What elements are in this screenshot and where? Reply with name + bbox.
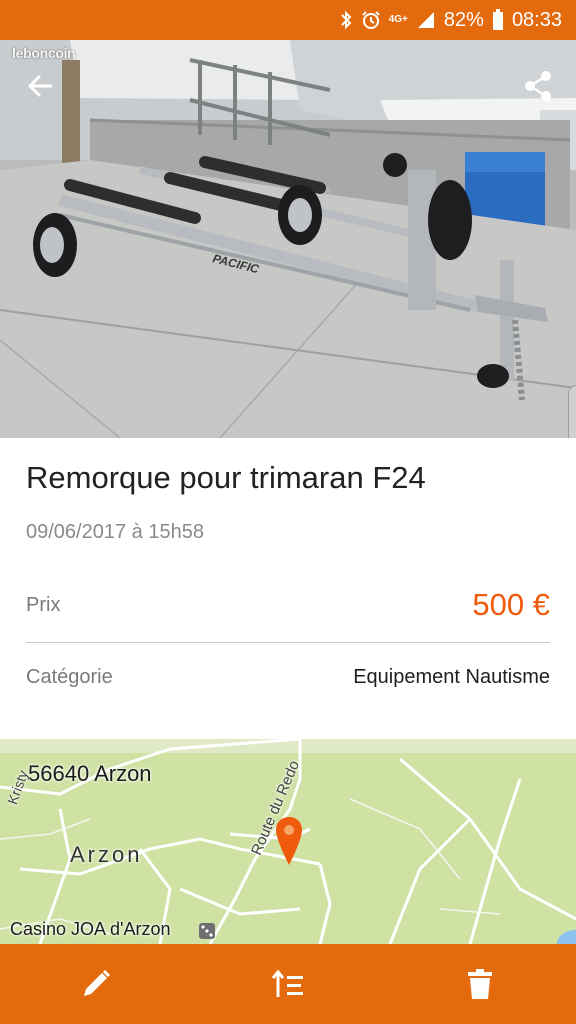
bottom-action-bar: [0, 944, 576, 1024]
share-button[interactable]: [516, 64, 560, 108]
status-bar: 4G+ 82% 08:33: [0, 0, 576, 40]
listing-title: Remorque pour trimaran F24: [26, 460, 426, 495]
sort-button[interactable]: [256, 952, 320, 1016]
arrow-left-icon: [28, 75, 53, 97]
edit-button[interactable]: [64, 952, 128, 1016]
price-label: Prix: [26, 593, 61, 616]
map-postal-label: 56640 Arzon: [28, 761, 152, 786]
delete-button[interactable]: [448, 952, 512, 1016]
back-button[interactable]: [18, 64, 62, 108]
category-row: Catégorie Equipement Nautisme: [26, 660, 550, 694]
delete-icon: [468, 969, 492, 999]
price-row: Prix 500 €: [26, 585, 550, 625]
category-value: Equipement Nautisme: [353, 665, 550, 688]
listing-photo[interactable]: PACIFIC leboncoin: [0, 40, 576, 438]
signal-icon: [416, 10, 436, 30]
bluetooth-icon: [339, 10, 353, 30]
map-pin-icon[interactable]: [274, 815, 304, 867]
trailer-photo-illustration: PACIFIC: [0, 40, 576, 438]
price-value: 500 €: [472, 587, 550, 622]
map-poi-label: Casino JOA d'Arzon: [10, 919, 171, 939]
casino-marker: [199, 923, 215, 939]
clock-time: 08:33: [511, 8, 562, 31]
edit-icon: [84, 969, 111, 996]
network-type: 4G+: [388, 14, 408, 25]
brand-logo: leboncoin: [12, 45, 76, 61]
category-label: Catégorie: [26, 665, 113, 688]
battery-percent: 82%: [443, 8, 484, 31]
listing-date: 09/06/2017 à 15h58: [26, 521, 204, 543]
map-town-label: Arzon: [70, 842, 143, 867]
scroll-handle[interactable]: [568, 385, 576, 438]
battery-icon: [492, 9, 504, 31]
share-icon: [525, 71, 551, 101]
divider: [26, 642, 550, 643]
sort-icon: [271, 969, 303, 997]
status-icons: 4G+ 82% 08:33: [339, 0, 562, 40]
ad-detail-screen: 4G+ 82% 08:33 PACIFIC leboncoin Remorque…: [0, 0, 576, 1024]
alarm-icon: [361, 10, 381, 30]
